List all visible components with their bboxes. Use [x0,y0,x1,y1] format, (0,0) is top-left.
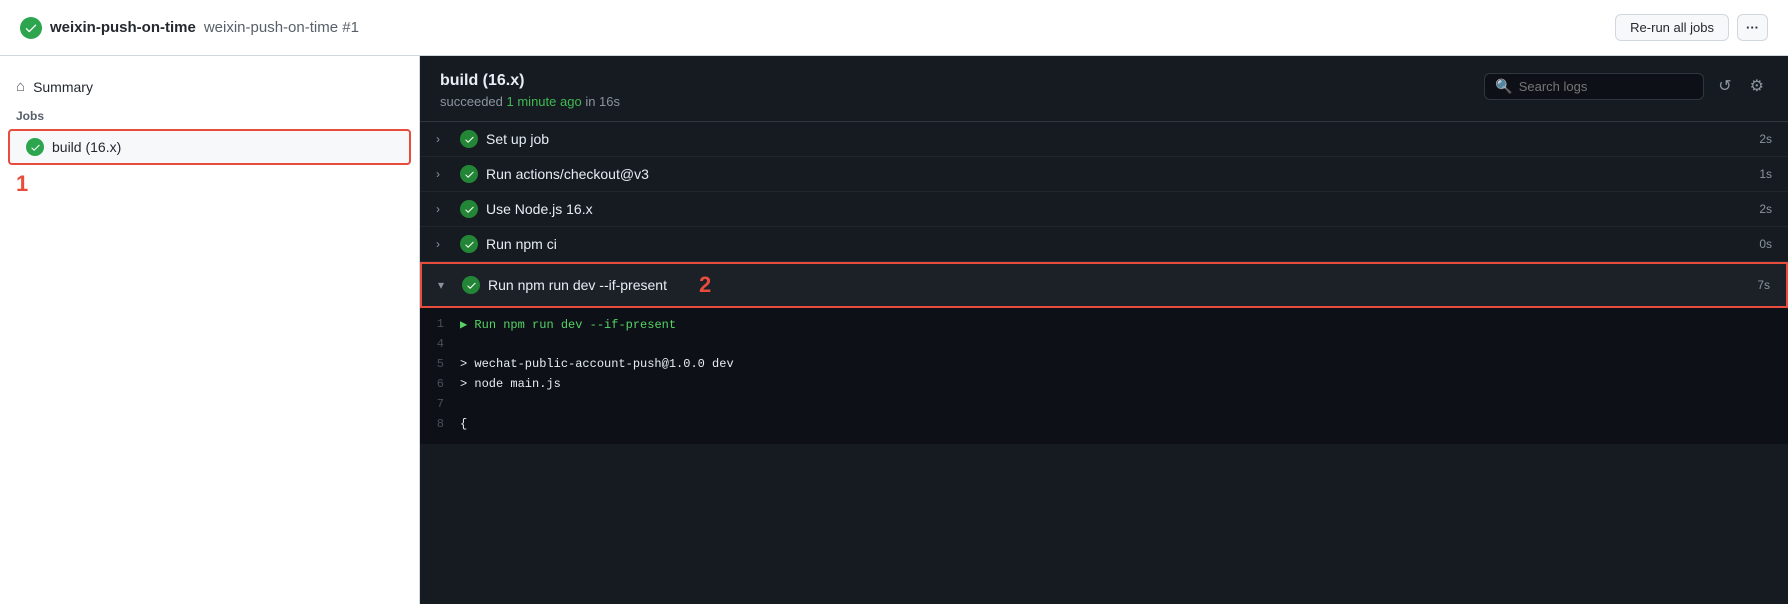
build-title: build (16.x) [440,72,620,90]
log-line: 6> node main.js [420,376,1772,396]
step-status-icon [462,276,480,294]
sidebar: ⌂ Summary Jobs build (16.x) 1 [0,56,420,604]
step-status-icon [460,165,478,183]
step-status-icon [460,130,478,148]
step-status-icon [460,235,478,253]
annotation-2-inline: 2 [699,272,711,298]
step-left: › Run actions/checkout@v3 [436,165,649,183]
status-word: succeeded [440,94,503,109]
log-line-number: 5 [420,356,460,371]
log-line-number: 1 [420,316,460,331]
chevron-right-icon: › [436,237,450,251]
chevron-right-icon: › [436,167,450,181]
step-row[interactable]: ▾ Run npm run dev --if-present 2 7s [420,262,1788,308]
workflow-run-title: weixin-push-on-time #1 [204,19,359,36]
log-line: 8{ [420,416,1772,436]
build-panel: build (16.x) succeeded 1 minute ago in 1… [420,56,1788,604]
log-line-content: > wechat-public-account-push@1.0.0 dev [460,356,734,371]
chevron-down-icon: ▾ [438,278,452,292]
log-line-content: ▶ Run npm run dev --if-present [460,316,676,332]
sidebar-job-label: build (16.x) [52,139,121,155]
log-line-number: 8 [420,416,460,431]
step-name: Use Node.js 16.x [486,201,593,217]
step-name: Run npm ci [486,236,557,252]
step-left: › Run npm ci [436,235,557,253]
step-left: › Set up job [436,130,549,148]
log-line: 5> wechat-public-account-push@1.0.0 dev [420,356,1772,376]
step-row[interactable]: › Use Node.js 16.x 2s [420,192,1788,227]
step-name: Run npm run dev --if-present [488,277,667,293]
log-line: 4 [420,336,1772,356]
status-time: 1 minute ago [507,94,582,109]
build-status: succeeded 1 minute ago in 16s [440,94,620,109]
chevron-right-icon: › [436,202,450,216]
build-header-right: 🔍 ↺ ⚙ [1484,72,1768,100]
step-duration: 7s [1757,278,1770,292]
step-row[interactable]: › Run actions/checkout@v3 1s [420,157,1788,192]
main-layout: ⌂ Summary Jobs build (16.x) 1 build (16.… [0,56,1788,604]
step-duration: 2s [1759,132,1772,146]
step-name: Set up job [486,131,549,147]
log-line-content: { [460,416,467,431]
step-duration: 1s [1759,167,1772,181]
workflow-name: weixin-push-on-time [50,19,196,36]
step-duration: 0s [1759,237,1772,251]
log-line: 1▶ Run npm run dev --if-present [420,316,1772,336]
log-line: 7 [420,396,1772,416]
build-header: build (16.x) succeeded 1 minute ago in 1… [420,56,1788,122]
annotation-1: 1 [0,167,419,201]
steps-list: ›Set up job2s›Run actions/checkout@v31s›… [420,122,1788,604]
sidebar-job-build[interactable]: build (16.x) [8,129,411,165]
header-right: Re-run all jobs ··· [1615,14,1768,41]
log-line-number: 6 [420,376,460,391]
status-duration: in 16s [585,94,620,109]
step-duration: 2s [1759,202,1772,216]
step-left: › Use Node.js 16.x [436,200,593,218]
log-area: 1▶ Run npm run dev --if-present4 5> wecha… [420,308,1788,444]
job-status-icon [26,138,44,156]
sidebar-summary-link[interactable]: ⌂ Summary [0,72,419,101]
sidebar-summary-label: Summary [33,79,93,95]
page-header: weixin-push-on-time weixin-push-on-time … [0,0,1788,56]
step-status-icon [460,200,478,218]
log-line-number: 7 [420,396,460,411]
header-left: weixin-push-on-time weixin-push-on-time … [20,17,359,39]
home-icon: ⌂ [16,78,25,95]
build-info: build (16.x) succeeded 1 minute ago in 1… [440,72,620,109]
log-line-content: > node main.js [460,376,561,391]
settings-button[interactable]: ⚙ [1746,72,1768,100]
search-bar[interactable]: 🔍 [1484,73,1704,100]
step-row[interactable]: › Run npm ci 0s [420,227,1788,262]
jobs-section-title: Jobs [0,101,419,127]
search-logs-input[interactable] [1519,79,1694,94]
step-left: ▾ Run npm run dev --if-present 2 [438,272,711,298]
status-check-icon [20,17,42,39]
more-options-button[interactable]: ··· [1737,14,1768,41]
step-row[interactable]: › Set up job 2s [420,122,1788,157]
refresh-button[interactable]: ↺ [1714,72,1735,100]
log-line-number: 4 [420,336,460,351]
chevron-right-icon: › [436,132,450,146]
step-name: Run actions/checkout@v3 [486,166,649,182]
rerun-all-jobs-button[interactable]: Re-run all jobs [1615,14,1729,41]
search-icon: 🔍 [1495,78,1512,95]
